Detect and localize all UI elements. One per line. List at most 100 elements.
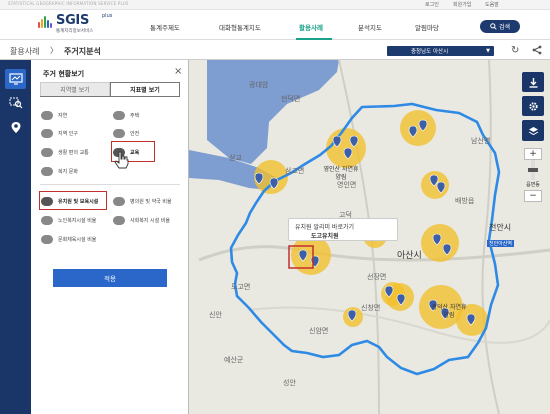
logo-plus: plus	[102, 13, 113, 19]
social-welfare-icon	[113, 215, 125, 225]
breadcrumb-separator: 〉	[50, 46, 58, 55]
share-icon[interactable]	[532, 45, 542, 58]
apply-button[interactable]: 적용	[53, 269, 167, 287]
map-label: 남산면	[471, 137, 491, 145]
culture-icon	[41, 234, 53, 244]
population-icon	[41, 128, 53, 138]
indicator-welfare-culture[interactable]: 복지 문화	[41, 165, 78, 177]
map-label: 삼교면	[285, 167, 305, 175]
nav-notice[interactable]: 알림마당	[415, 22, 439, 32]
map-label: 신안	[209, 311, 222, 319]
elderly-icon	[41, 215, 53, 225]
login-link[interactable]: 로그인	[425, 1, 439, 8]
region-select[interactable]: 충청남도 아산시 ▼	[387, 46, 494, 56]
map-label: 광덕산 자연휴양림	[431, 304, 467, 319]
indicator-culture-sports[interactable]: 문화체육시설 비율	[41, 233, 96, 245]
download-icon	[529, 77, 537, 88]
site-tagline: STATISTICAL GEOGRAPHIC INFORMATION SERVI…	[8, 1, 129, 6]
zoom-search-button[interactable]	[5, 93, 26, 113]
indicator-label: 자연	[58, 112, 68, 119]
app-root: STATISTICAL GEOGRAPHIC INFORMATION SERVI…	[0, 0, 550, 414]
indicator-elderly-welfare[interactable]: 노인복지시설 비율	[41, 214, 96, 226]
panel-title: 주거 현황보기	[43, 70, 85, 78]
housing-status-panel: 주거 현황보기 × 지역별 보기 지표별 보기 자연 지역 인구 생활 편의 교…	[31, 60, 189, 414]
tab-underline	[40, 96, 180, 97]
map-stats-icon	[8, 73, 23, 85]
indicator-social-welfare[interactable]: 사회복지 시설 비율	[113, 214, 170, 226]
panel-divider	[40, 184, 180, 185]
hospital-icon	[113, 196, 125, 206]
nav-interactive-map[interactable]: 대화형통계지도	[219, 22, 261, 32]
search-label: 검색	[498, 24, 511, 31]
left-tool-rail	[0, 60, 31, 414]
map-label: 배방읍	[455, 197, 475, 205]
map-label: 신암면	[309, 327, 329, 335]
map-label: 천안시	[489, 223, 512, 232]
search-icon	[490, 23, 497, 30]
zoom-slider-handle[interactable]	[528, 168, 538, 172]
kindergarten-callout[interactable]: 유치원 알리미 바로가기 도고유치원	[288, 218, 398, 241]
sgis-logo-icon[interactable]	[38, 16, 52, 28]
close-icon[interactable]: ×	[174, 66, 182, 77]
dropdown-arrow-icon: ▼	[486, 48, 490, 54]
gear-icon	[528, 101, 538, 111]
nav-analysis-map[interactable]: 분석지도	[358, 22, 382, 32]
signup-link[interactable]: 회원가입	[453, 1, 471, 8]
callout-title: 도고유치원	[311, 233, 339, 240]
breadcrumb-use-cases[interactable]: 활용사례	[10, 46, 39, 57]
indicator-label: 사회복지 시설 비율	[130, 217, 170, 224]
house-icon	[113, 110, 125, 120]
zoom-in-button[interactable]: +	[524, 148, 542, 160]
help-link[interactable]: 도움말	[485, 1, 499, 8]
layers-icon	[528, 126, 538, 135]
logo-subtitle: 통계지리정보서비스	[56, 29, 94, 34]
safety-icon	[113, 128, 125, 138]
indicator-label: 지역 인구	[58, 130, 78, 137]
logo-text[interactable]: SGIS	[56, 13, 89, 28]
map-label: 도고면	[231, 283, 251, 291]
indicator-safety[interactable]: 안전	[113, 127, 139, 139]
road	[248, 306, 550, 344]
map-stats-button[interactable]	[5, 69, 26, 89]
map-label: 영인산 자연휴양림	[323, 166, 359, 181]
location-button[interactable]	[5, 117, 26, 137]
search-button[interactable]: 검색	[480, 20, 520, 33]
indicator-label: 문화체육시설 비율	[58, 236, 97, 243]
map-label: 삼교	[229, 154, 242, 162]
map-label: 성안	[283, 379, 296, 387]
road	[198, 245, 550, 262]
map-label: 천안아산역	[487, 240, 515, 247]
map-label: 예산군	[224, 356, 244, 364]
map-label: 광대암	[249, 81, 269, 89]
settings-button[interactable]	[522, 96, 544, 116]
layers-button[interactable]	[522, 121, 544, 141]
indicator-population[interactable]: 지역 인구	[41, 127, 78, 139]
nature-icon	[41, 110, 53, 120]
tab-by-region[interactable]: 지역별 보기	[40, 82, 110, 97]
zoom-level-label: 읍면동	[526, 182, 540, 188]
zoom-search-icon	[9, 97, 22, 109]
zoom-out-button[interactable]: −	[524, 190, 542, 202]
tab-by-indicator[interactable]: 지표별 보기	[110, 82, 180, 97]
water-body	[207, 60, 339, 164]
nav-thematic-map[interactable]: 통계주제도	[150, 22, 180, 32]
indicator-label: 주택	[130, 112, 140, 119]
map-label: 아산시	[397, 251, 422, 261]
top-utility-bar: STATISTICAL GEOGRAPHIC INFORMATION SERVI…	[0, 0, 550, 10]
transport-icon	[41, 147, 53, 157]
indicator-hospital-pharmacy[interactable]: 병의원 및 약국 비율	[113, 195, 172, 207]
indicator-convenience-transport[interactable]: 생활 편의 교통	[41, 146, 89, 158]
map-label: 현덕면	[281, 95, 301, 103]
indicator-label: 안전	[130, 130, 140, 137]
indicator-housing[interactable]: 주택	[113, 109, 139, 121]
download-button[interactable]	[522, 72, 544, 92]
indicator-label: 복지 문화	[58, 168, 78, 175]
region-select-value: 충청남도 아산시	[411, 49, 449, 55]
location-pin-icon	[11, 121, 20, 133]
callout-link[interactable]: 유치원 알리미 바로가기	[295, 222, 354, 231]
map-label: 선장면	[367, 273, 387, 281]
indicator-nature[interactable]: 자연	[41, 109, 67, 121]
refresh-icon[interactable]: ↻	[511, 45, 519, 56]
nav-use-cases[interactable]: 활용사례	[299, 22, 323, 32]
welfare-icon	[41, 166, 53, 176]
